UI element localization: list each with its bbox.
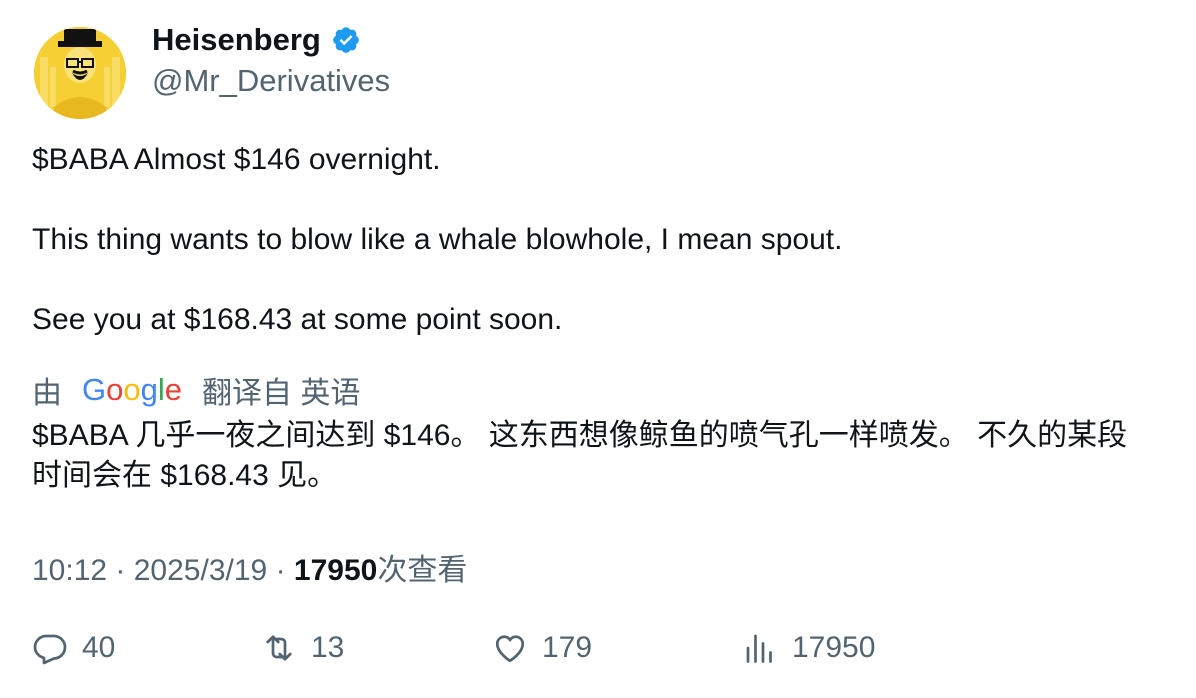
author-name-row[interactable]: Heisenberg bbox=[152, 22, 361, 58]
repost-button[interactable]: 13 bbox=[261, 630, 344, 666]
reply-count: 40 bbox=[82, 631, 116, 664]
view-count-label: 次查看 bbox=[377, 554, 468, 587]
like-button[interactable]: 179 bbox=[492, 630, 592, 666]
repost-icon bbox=[266, 635, 292, 661]
heisenberg-avatar-icon bbox=[34, 27, 126, 119]
author-avatar[interactable] bbox=[34, 27, 126, 119]
translated-text: $BABA 几乎一夜之间达到 $146。 这东西想像鲸鱼的喷气孔一样喷发。 不久… bbox=[32, 419, 1128, 492]
verified-badge-icon bbox=[333, 27, 359, 53]
tweet-line-2: This thing wants to blow like a whale bl… bbox=[32, 223, 843, 256]
repost-count: 13 bbox=[311, 631, 345, 664]
translation-attribution[interactable]: 由 Google 翻译自 英语 bbox=[32, 368, 360, 412]
author-handle[interactable]: @Mr_Derivatives bbox=[152, 63, 390, 99]
translation-prefix: 由 bbox=[32, 377, 62, 410]
meta-separator-2: · bbox=[275, 554, 294, 587]
like-count: 179 bbox=[542, 631, 593, 664]
meta-separator: · bbox=[115, 554, 134, 587]
tweet-line-3: See you at $168.43 at some point soon. bbox=[32, 303, 563, 336]
action-bar: 40 13 179 17950 bbox=[0, 630, 1196, 680]
tweet-date[interactable]: 2025/3/19 bbox=[134, 554, 267, 587]
reply-button[interactable]: 40 bbox=[32, 630, 115, 666]
tweet-time[interactable]: 10:12 bbox=[32, 554, 107, 587]
heart-icon bbox=[495, 635, 525, 663]
tweet-meta: 10:12 · 2025/3/19 · 17950次查看 bbox=[32, 545, 467, 589]
translation-suffix: 翻译自 英语 bbox=[202, 377, 361, 410]
reply-icon bbox=[33, 634, 67, 665]
author-name[interactable]: Heisenberg bbox=[152, 22, 321, 58]
views-count: 17950 bbox=[792, 631, 876, 664]
analytics-icon bbox=[746, 634, 772, 663]
google-logo: Google bbox=[82, 372, 183, 407]
views-button[interactable]: 17950 bbox=[742, 630, 875, 666]
tweet-line-1: $BABA Almost $146 overnight. bbox=[32, 143, 441, 176]
view-count: 17950 bbox=[293, 554, 378, 587]
